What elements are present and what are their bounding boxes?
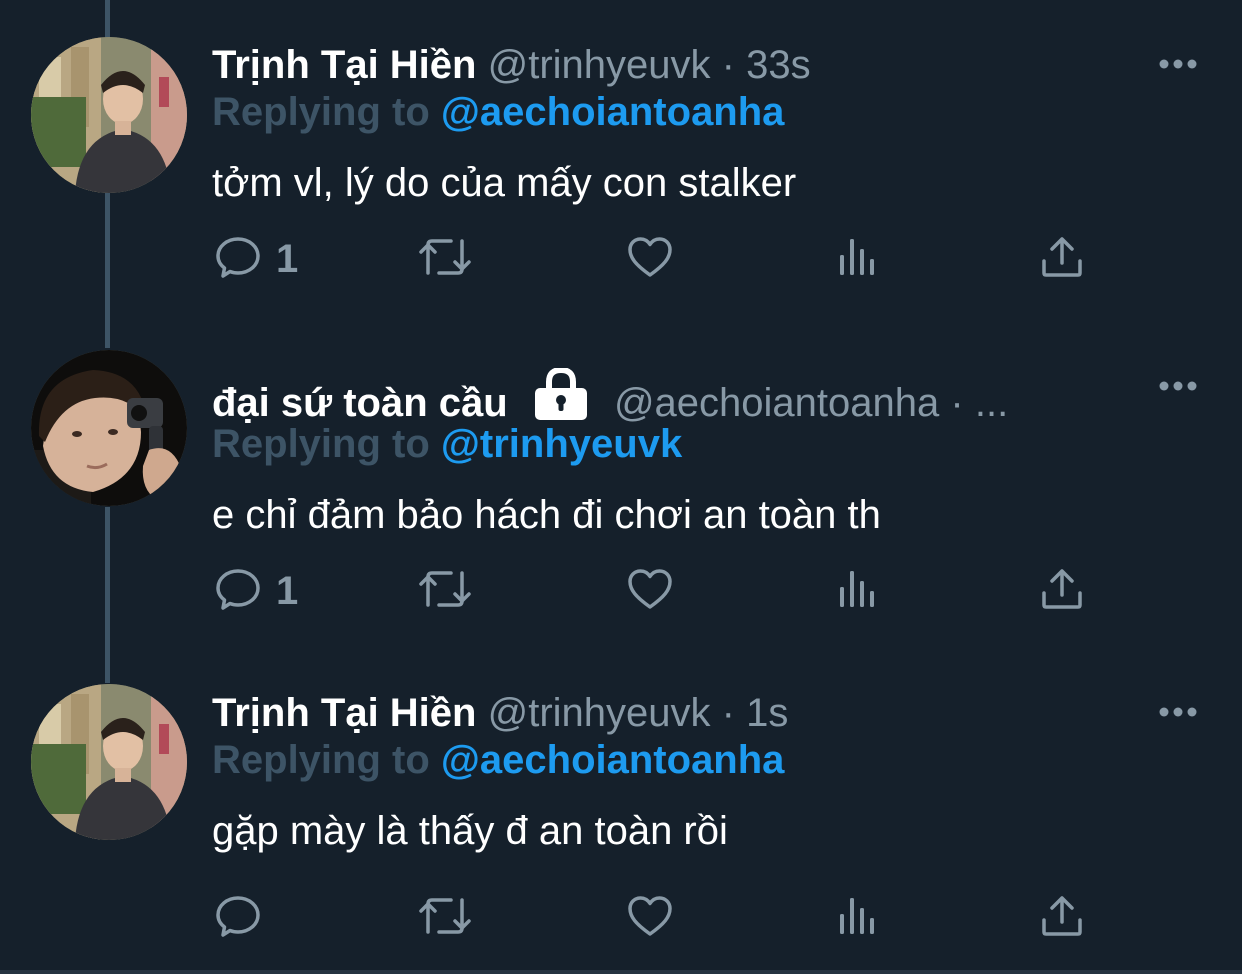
avatar[interactable]: [31, 350, 187, 506]
tweet-text: e chỉ đảm bảo hách đi chơi an toàn th: [212, 493, 881, 537]
retweet-icon: [417, 233, 473, 286]
replying-to-handle[interactable]: @aechoiantoanha: [441, 90, 785, 134]
share-button[interactable]: [1038, 890, 1086, 946]
retweet-icon: [417, 565, 473, 618]
analytics-bars-icon: [834, 233, 882, 286]
more-dots-icon[interactable]: [1158, 702, 1198, 722]
replying-to-label: Replying to: [212, 422, 430, 466]
divider: [0, 970, 1242, 974]
reply-bubble-icon: [214, 565, 262, 618]
retweet-button[interactable]: [417, 231, 473, 287]
analytics-button[interactable]: [834, 231, 882, 287]
display-name[interactable]: Trịnh Tại Hiền: [212, 43, 476, 87]
reply-button[interactable]: 1: [214, 563, 298, 619]
more-dots-icon[interactable]: [1158, 376, 1198, 396]
reply-bubble-icon: [214, 233, 262, 286]
analytics-button[interactable]: [834, 563, 882, 619]
replying-to: Replying to @aechoiantoanha: [212, 84, 784, 140]
share-button[interactable]: [1038, 231, 1086, 287]
replying-to-label: Replying to: [212, 738, 430, 782]
timestamp[interactable]: ...: [975, 381, 1008, 425]
timestamp[interactable]: 1s: [746, 691, 788, 735]
replying-to: Replying to @aechoiantoanha: [212, 732, 784, 788]
reply-count: 1: [276, 568, 299, 613]
replying-to-handle[interactable]: @aechoiantoanha: [441, 738, 785, 782]
reply-bubble-icon: [214, 892, 262, 945]
tweet-actions: [212, 890, 1112, 946]
heart-icon: [626, 892, 674, 945]
replying-to-handle[interactable]: @trinhyeuvk: [441, 422, 682, 466]
like-button[interactable]: [626, 890, 674, 946]
heart-icon: [626, 565, 674, 618]
display-name[interactable]: Trịnh Tại Hiền: [212, 691, 476, 735]
analytics-bars-icon: [834, 892, 882, 945]
tweet-2[interactable]: đại sứ toàn cầu @aechoiantoanha · ... Re…: [0, 350, 1242, 648]
tweet-actions: 1: [212, 563, 1112, 619]
share-button[interactable]: [1038, 563, 1086, 619]
share-upload-icon: [1038, 233, 1086, 286]
replying-to: Replying to @trinhyeuvk: [212, 416, 682, 472]
share-upload-icon: [1038, 892, 1086, 945]
analytics-button[interactable]: [834, 890, 882, 946]
tweet-text: gặp mày là thấy đ an toàn rồi: [212, 809, 728, 853]
username-handle[interactable]: @trinhyeuvk: [488, 43, 711, 87]
tweet-3[interactable]: Trịnh Tại Hiền @trinhyeuvk · 1s Replying…: [0, 684, 1242, 964]
analytics-bars-icon: [834, 565, 882, 618]
retweet-icon: [417, 892, 473, 945]
replying-to-label: Replying to: [212, 90, 430, 134]
avatar[interactable]: [31, 684, 187, 840]
more-dots-icon[interactable]: [1158, 54, 1198, 74]
avatar[interactable]: [31, 37, 187, 193]
heart-icon: [626, 233, 674, 286]
retweet-button[interactable]: [417, 890, 473, 946]
tweet-actions: 1: [212, 231, 1112, 287]
username-handle[interactable]: @trinhyeuvk: [488, 691, 711, 735]
like-button[interactable]: [626, 563, 674, 619]
thread-line: [105, 0, 110, 38]
retweet-button[interactable]: [417, 563, 473, 619]
separator-dot: ·: [950, 381, 964, 425]
reply-button[interactable]: 1: [214, 231, 298, 287]
share-upload-icon: [1038, 565, 1086, 618]
reply-thread: Trịnh Tại Hiền @trinhyeuvk · 33s Replyin…: [0, 0, 1242, 974]
like-button[interactable]: [626, 231, 674, 287]
reply-count: 1: [276, 236, 299, 281]
tweet-1[interactable]: Trịnh Tại Hiền @trinhyeuvk · 33s Replyin…: [0, 36, 1242, 316]
reply-button[interactable]: [214, 890, 262, 946]
tweet-text: tởm vl, lý do của mấy con stalker: [212, 161, 797, 205]
timestamp[interactable]: 33s: [746, 43, 811, 87]
separator-dot: ·: [721, 691, 735, 735]
separator-dot: ·: [721, 43, 735, 87]
